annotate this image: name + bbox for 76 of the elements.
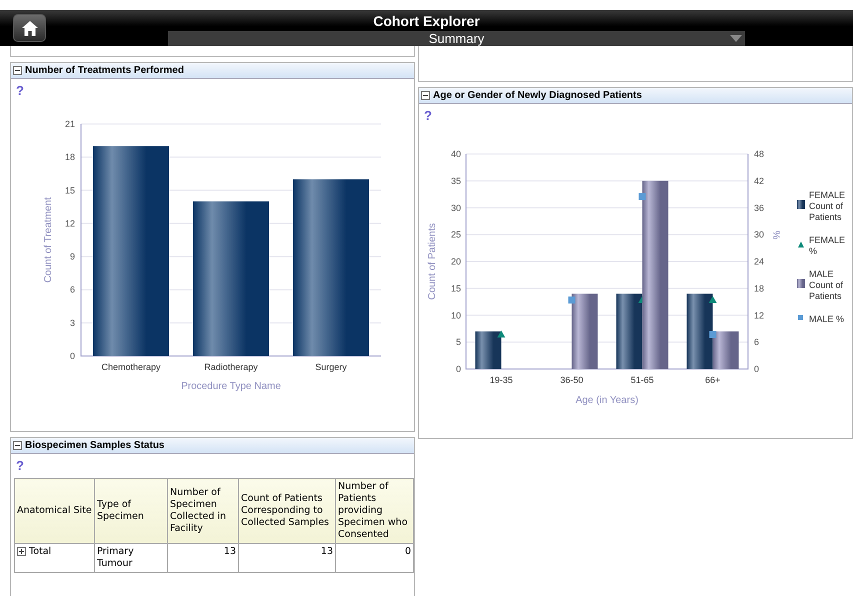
- view-select[interactable]: Summary: [168, 30, 745, 46]
- axis-tick-label: 18: [64, 152, 75, 162]
- axis-tick-label: 3: [70, 318, 75, 328]
- axis-tick-label: 42: [754, 176, 764, 186]
- axis-tick-label: 12: [754, 310, 764, 320]
- panel-title: Age or Gender of Newly Diagnosed Patients: [433, 90, 642, 101]
- help-link[interactable]: ?: [424, 109, 432, 123]
- axis-tick-label: 35: [450, 176, 461, 186]
- axis-tick-label: 0: [754, 364, 760, 374]
- home-icon: [22, 20, 38, 36]
- legend-label: MALE %: [809, 314, 844, 324]
- axis-title: Count of Treatment: [43, 197, 54, 283]
- axis-tick-label: 20: [450, 256, 461, 266]
- legend-swatch: [798, 315, 803, 320]
- axis-tick-label: 25: [450, 230, 461, 240]
- axis-category-label: 51-65: [630, 375, 654, 385]
- axis-tick-label: 15: [450, 283, 461, 294]
- axis-tick-label: 18: [754, 283, 764, 294]
- expand-icon[interactable]: [17, 546, 26, 556]
- table-cell: Total: [29, 546, 52, 557]
- axis-tick-label: 24: [754, 256, 764, 266]
- legend-swatch: [798, 242, 804, 248]
- help-link[interactable]: ?: [16, 84, 24, 98]
- collapse-icon[interactable]: [13, 66, 22, 75]
- legend-label: FEMALE Count of Patients: [809, 190, 846, 222]
- column-header: Count of Patients Corresponding to Collected Samples: [238, 478, 336, 544]
- chart-marker: [497, 330, 506, 338]
- chart-marker: [568, 296, 576, 304]
- column-header: Anatomical Site: [14, 478, 94, 544]
- chart-marker: [638, 193, 646, 200]
- axis-tick-label: 10: [450, 310, 461, 320]
- column-header: Number of Specimen Collected in Facility: [168, 478, 238, 544]
- chart-marker: [708, 296, 717, 304]
- app-title: Cohort Explorer: [373, 12, 480, 30]
- home-button[interactable]: [13, 14, 46, 42]
- collapse-icon[interactable]: [13, 441, 22, 450]
- axis-category-label: Chemotherapy: [101, 362, 161, 372]
- axis-tick-label: 0: [70, 351, 75, 361]
- axis-category-label: 36-50: [560, 375, 584, 385]
- axis-tick-label: 0: [456, 364, 461, 374]
- axis-title: Age (in Years): [576, 395, 638, 406]
- axis-tick-label: 30: [450, 202, 461, 213]
- column-header: Type of Specimen: [94, 478, 168, 544]
- caret-icon: [730, 34, 742, 42]
- axis-title: %: [772, 230, 783, 240]
- table-cell: Primary Tumour: [94, 544, 168, 572]
- legend-label: MALE Count of Patients: [809, 269, 844, 301]
- table-cell: 0: [336, 544, 414, 572]
- panel-title: Biospecimen Samples Status: [25, 440, 164, 451]
- axis-category-label: 19-35: [490, 375, 513, 385]
- help-link[interactable]: ?: [16, 459, 24, 473]
- legend-swatch: [797, 200, 805, 209]
- legend-label: FEMALE %: [809, 235, 846, 256]
- axis-category-label: 66+: [705, 375, 720, 385]
- chart-bar: [475, 331, 502, 369]
- legend-swatch: [797, 279, 805, 288]
- panel-title: Number of Treatments Performed: [25, 65, 184, 76]
- axis-tick-label: 48: [754, 149, 764, 159]
- axis-title: Procedure Type Name: [181, 381, 281, 392]
- axis-tick-label: 9: [70, 252, 75, 262]
- axis-tick-label: 5: [456, 337, 461, 348]
- axis-tick-label: 40: [450, 149, 461, 159]
- axis-title: Count of Patients: [427, 223, 438, 300]
- column-header: Number of Patients providing Specimen who Consented: [336, 478, 414, 544]
- axis-tick-label: 15: [64, 185, 75, 196]
- table-cell: 13: [168, 544, 238, 572]
- axis-tick-label: 12: [64, 218, 75, 228]
- axis-tick-label: 21: [64, 119, 75, 129]
- axis-tick-label: 6: [70, 284, 75, 295]
- axis-category-label: Radiotherapy: [204, 362, 258, 372]
- table-cell: 13: [238, 544, 336, 572]
- axis-category-label: Surgery: [315, 362, 347, 372]
- axis-tick-label: 6: [754, 337, 760, 348]
- axis-tick-label: 36: [754, 202, 764, 213]
- axis-tick-label: 30: [754, 230, 764, 240]
- collapse-icon[interactable]: [421, 91, 430, 100]
